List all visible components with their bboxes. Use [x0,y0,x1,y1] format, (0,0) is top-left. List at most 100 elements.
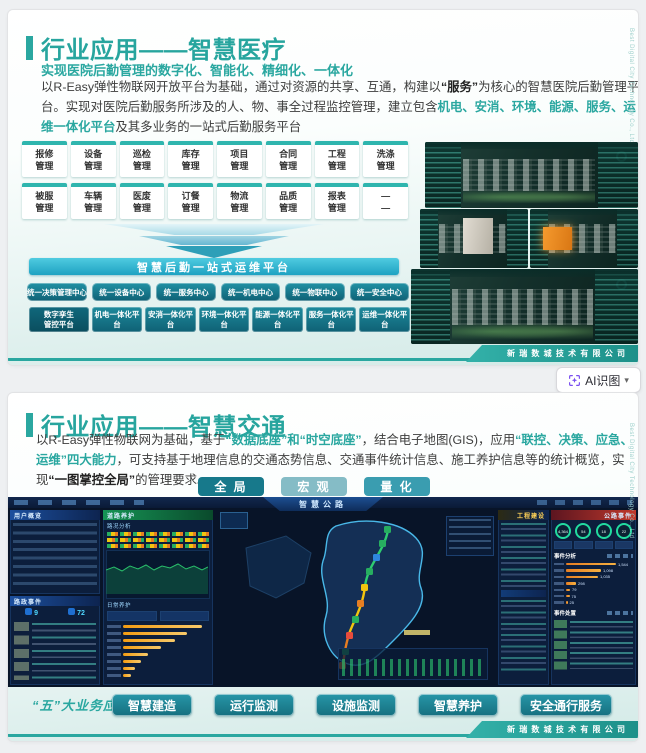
module-card: — — [363,183,408,219]
ai-button-label: AI识图 [585,373,621,388]
panel-highway-events: 公路事件 4,364 54 18 22 事件分析 1,544 1,098 1,035 298… [551,510,636,685]
platform-block: 运维一体化平台 [359,307,411,332]
gis-map [216,508,496,687]
hbar [107,665,209,672]
hospital-screenshot-aerial [425,142,638,208]
map-bottom-chart [338,648,488,680]
event-analysis-bars: 1,544 1,098 1,035 298 79 75 25 [551,561,636,606]
chevron-down-icon: ▾ [624,374,629,385]
module-card: 项目 管理 [217,141,262,177]
module-card: 洗涤 管理 [363,141,408,177]
highlighted-building [542,226,573,251]
center-pill: 统一安全中心 [349,283,410,301]
hbar [107,630,209,637]
biz-btn: 运行监测 [213,694,294,716]
hbar [107,658,209,665]
stat-num: 9 [25,608,38,617]
platform-block: 安消一体化平台 [145,307,196,332]
biz-btn: 安全通行服务 [519,694,612,716]
view-btn: 宏 观 [281,477,347,496]
module-card: 医废 管理 [119,183,165,219]
daily-bars [103,623,213,679]
daily-stat-chips [107,611,209,621]
footer-line [8,358,486,361]
hbar [107,672,209,679]
module-card: 设备 管理 [70,141,116,177]
panel-road-events: 路政事件 9 72 [10,596,100,685]
slide1-body: 以R-Easy弹性物联网开放平台为基础，通过对资源的共享、互通，构建以“服务”为… [41,80,638,134]
hospital-screenshot-building [420,209,528,268]
hbar [107,637,209,644]
hospital-screenshot-campus [411,269,638,344]
platform-bar: 智慧后勤一站式运维平台 [29,258,399,275]
center-pill: 统一物联中心 [285,283,345,301]
module-card: 合同 管理 [265,141,311,177]
module-card: 库存 管理 [168,141,213,177]
module-card: 报表 管理 [314,183,360,219]
event-handle-list [554,619,633,671]
module-card: 订餐 管理 [168,183,213,219]
module-card: 物流 管理 [217,183,262,219]
hospital-screenshot-alert [530,209,638,268]
company-name: 新 瑞 数 城 技 术 有 限 公 司 [466,345,638,362]
event-photo-list [12,621,98,681]
panel-projects: 工程建设 [498,510,549,685]
traffic-dashboard-screenshot: 智慧公路 用户概览 路政事件 9 72 道路养护 路况分析 日常养护 工程建设 … [8,497,638,687]
view-btn: 全 局 [198,477,264,496]
centers-row: 统一决策管理中心 统一设备中心 统一服务中心 统一机电中心 统一物联中心 统一安全中心 [27,283,410,301]
business-app-buttons: 智慧建造 运行监测 设施监测 智慧养护 安全通行服务 [112,694,612,716]
map-layer-list [446,516,494,556]
module-card: 品质 管理 [265,183,311,219]
center-pill: 统一决策管理中心 [27,283,87,301]
road-event-stats: 9 72 [10,606,100,619]
map-label [404,630,430,635]
view-btn: 量 化 [364,477,430,496]
slide1-subtitle: 实现医院后勤管理的数字化、智能化、精细化、一体化 [41,63,354,78]
maintenance-trend-chart [105,550,210,599]
module-card: 车辆 管理 [70,183,116,219]
document-viewer: 行业应用——智慧医疗 实现医院后勤管理的数字化、智能化、精细化、一体化 以R-E… [0,0,646,753]
gauge: 18 [595,523,612,539]
footer-line [8,734,486,737]
evbar: 25 [554,599,633,605]
slide-smart-traffic[interactable]: 行业应用——智慧交通 以R-Easy弹性物联网为基础，基于“数据底座”和“时空底… [8,393,638,741]
side-watermark: Best Digital City Technology Co., Ltd [628,423,634,539]
view-mode-buttons: 全 局宏 观量 化 [198,477,430,496]
center-pill: 统一机电中心 [220,283,281,301]
center-pill: 统一服务中心 [156,283,216,301]
platform-block: 能源一体化平台 [252,307,303,332]
ai-scan-icon [569,374,581,386]
biz-btn: 设施监测 [315,694,396,716]
biz-btn: 智慧养护 [417,694,498,716]
minimap [220,512,248,529]
gauge-ring-icon [616,150,628,162]
center-pill: 统一设备中心 [92,283,152,301]
funnel-arrow [104,224,324,258]
platforms-row: 数字孪生 管控平台 机电一体化平台 安消一体化平台 环境一体化平台 能源一体化平台 服务一… [29,307,411,332]
platform-block: 数字孪生 管控平台 [29,307,89,332]
company-name: 新 瑞 数 城 技 术 有 限 公 司 [466,721,638,738]
biz-btn: 智慧建造 [112,694,192,716]
hbar [107,644,209,651]
panel-overview: 用户概览 [10,510,100,594]
module-card: 工程 管理 [314,141,360,177]
dashboard-title: 智慧公路 [263,497,383,511]
platform-block: 机电一体化平台 [91,307,143,332]
gauge: 54 [575,523,592,539]
gauge-ring-icon [615,278,627,290]
event-stat-chips [554,541,633,549]
hbar [107,623,209,630]
ai-recognize-button[interactable]: AI识图 ▾ [556,367,641,393]
title-accent-bar [26,35,33,60]
stat-num: 72 [68,608,85,617]
module-card: 报修 管理 [22,141,67,177]
panel-maintenance: 道路养护 路况分析 日常养护 [103,510,213,685]
module-grid: 报修 管理 设备 管理 巡检 管理 库存 管理 项目 管理 合同 管理 工程 管理 洗涤 管理… [22,141,408,219]
side-watermark: Best Digital City Technology Co., Ltd [628,28,634,144]
platform-block: 服务一体化平台 [305,307,357,332]
module-card: 被服 管理 [22,183,67,219]
slide-smart-medical[interactable]: 行业应用——智慧医疗 实现医院后勤管理的数字化、智能化、精细化、一体化 以R-E… [8,10,638,365]
title-accent-bar [26,412,33,437]
platform-block: 环境一体化平台 [198,307,250,332]
gauge: 4,364 [555,523,571,539]
